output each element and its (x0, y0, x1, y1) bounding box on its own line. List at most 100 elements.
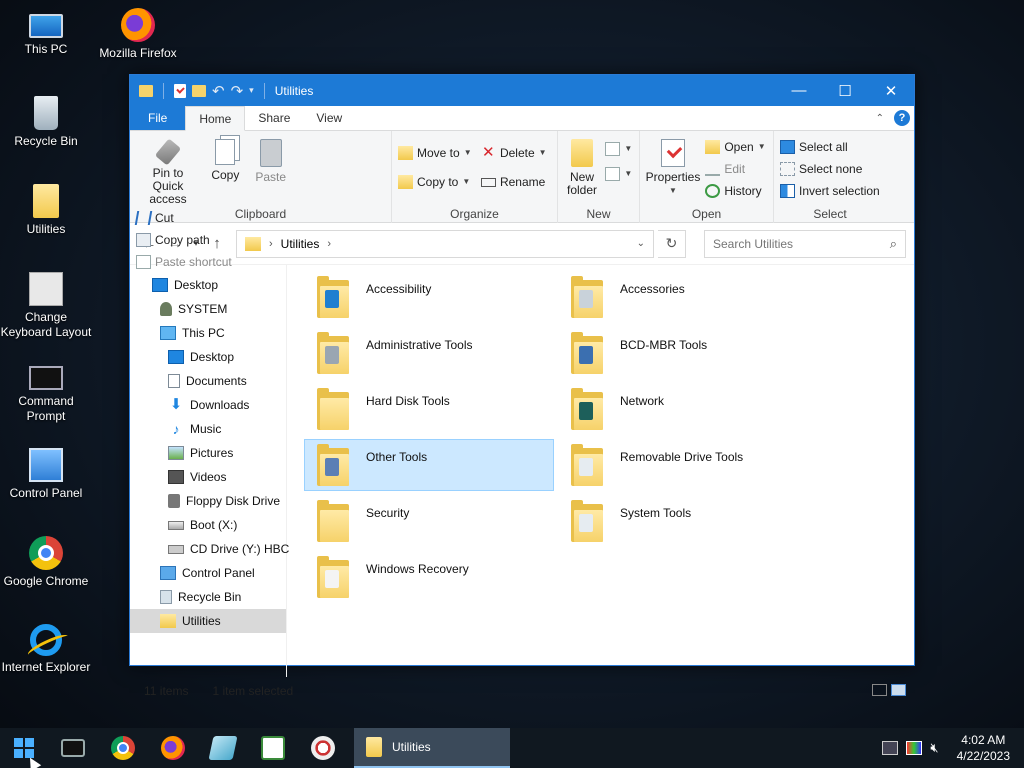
paste-button[interactable]: Paste (251, 135, 291, 184)
select-none-button[interactable]: Select none (780, 159, 880, 178)
copy-button[interactable]: Copy (205, 135, 245, 182)
close-button[interactable]: ✕ (868, 75, 914, 106)
desktop-icon-label: Command Prompt (18, 394, 74, 423)
folder-item-accessories[interactable]: Accessories (558, 271, 808, 323)
undo-icon[interactable]: ↶ (212, 82, 225, 100)
drive-icon (168, 520, 184, 530)
folder-item-removable-drive-tools[interactable]: Removable Drive Tools (558, 439, 808, 491)
folder-item-accessibility[interactable]: Accessibility (304, 271, 554, 323)
nav-item-documents[interactable]: Documents (130, 369, 286, 393)
desktop-icon-this-pc[interactable]: This PC (0, 8, 92, 57)
tab-home[interactable]: Home (185, 106, 246, 131)
edit-button[interactable]: Edit (705, 159, 765, 178)
customize-toolbar-icon[interactable]: ▾ (249, 85, 254, 96)
rename-button[interactable]: Rename (480, 172, 547, 191)
delete-button[interactable]: Delete▼ (481, 143, 547, 162)
properties-icon[interactable] (174, 83, 186, 98)
folder-item-administrative-tools[interactable]: Administrative Tools (304, 327, 554, 379)
nav-item-control-panel[interactable]: Control Panel (130, 561, 286, 585)
folder-item-label: Accessibility (366, 282, 432, 296)
title-bar[interactable]: ↶ ↷ ▾ Utilities — ☐ ✕ (130, 75, 914, 106)
folder-item-system-tools[interactable]: System Tools (558, 495, 808, 547)
open-button[interactable]: Open ▼ (705, 137, 766, 156)
nav-item-recycle-bin[interactable]: Recycle Bin (130, 585, 286, 609)
taskbar-app-chart[interactable] (248, 728, 298, 768)
item-count: 11 items (144, 684, 189, 698)
folder-icon (571, 444, 603, 486)
easy-access-button[interactable]: ▼ (605, 164, 632, 183)
minimize-button[interactable]: — (776, 75, 822, 106)
desktop-icon-command-prompt[interactable]: Command Prompt (0, 360, 92, 424)
desktop-icon-internet-explorer[interactable]: Internet Explorer (0, 624, 92, 675)
new-folder-icon[interactable] (192, 84, 206, 97)
tab-view[interactable]: View (303, 106, 355, 130)
copy-path-button[interactable]: Copy path (136, 230, 232, 249)
nav-item-boot-x[interactable]: Boot (X:) (130, 513, 286, 537)
nav-item-utilities[interactable]: Utilities (130, 609, 286, 633)
desktop-icon-recycle-bin[interactable]: Recycle Bin (0, 96, 92, 149)
desktop-icon-mozilla-firefox[interactable]: Mozilla Firefox (92, 8, 184, 61)
help-icon[interactable]: ? (894, 110, 910, 126)
address-path[interactable]: Utilities (281, 237, 320, 251)
new-folder-button[interactable]: New folder (564, 135, 600, 197)
nav-item-videos[interactable]: Videos (130, 465, 286, 489)
network-icon[interactable] (882, 741, 899, 755)
folder-item-bcd-mbr-tools[interactable]: BCD-MBR Tools (558, 327, 808, 379)
clock[interactable]: 4:02 AM 4/22/2023 (957, 732, 1010, 764)
move-to-button[interactable]: Move to ▼ (398, 143, 472, 162)
folder-item-hard-disk-tools[interactable]: Hard Disk Tools (304, 383, 554, 435)
tab-share[interactable]: Share (245, 106, 303, 130)
nav-item-cd-drive-y-hbc[interactable]: CD Drive (Y:) HBC (130, 537, 289, 561)
redo-icon[interactable]: ↷ (231, 82, 244, 100)
pin-to-quick-access-button[interactable]: Pin to Quick access (136, 135, 200, 206)
folder-item-security[interactable]: Security (304, 495, 554, 547)
tab-file[interactable]: File (130, 106, 186, 130)
folder-item-network[interactable]: Network (558, 383, 808, 435)
nav-item-desktop[interactable]: Desktop (130, 273, 286, 297)
nav-item-this-pc[interactable]: This PC (130, 321, 286, 345)
history-button[interactable]: History (705, 181, 765, 200)
taskbar-app-command-prompt[interactable] (48, 728, 98, 768)
nav-item-system[interactable]: SYSTEM (130, 297, 286, 321)
search-box[interactable]: ⌕ (704, 229, 906, 258)
copy-to-button[interactable]: Copy to ▼ (398, 172, 472, 191)
desktop-icon-control-panel[interactable]: Control Panel (0, 448, 92, 501)
ribbon-tabs: File Home Share View ⌃ ? (130, 106, 914, 131)
start-button[interactable] (0, 728, 48, 768)
invert-selection-button[interactable]: Invert selection (780, 181, 880, 200)
nav-item-music[interactable]: ♪ Music (130, 417, 286, 441)
nav-item-floppy-disk-drive[interactable]: Floppy Disk Drive (130, 489, 286, 513)
new-item-button[interactable]: ▼ (605, 139, 632, 158)
taskbar-window-utilities[interactable]: Utilities (354, 728, 510, 768)
desktop-icon-change-keyboard-layout[interactable]: Change Keyboard Layout (0, 272, 92, 340)
desktop-icon-utilities[interactable]: Utilities (0, 184, 92, 237)
select-all-button[interactable]: Select all (780, 137, 880, 156)
properties-button[interactable]: Properties ▼ (646, 135, 700, 197)
nav-item-downloads[interactable]: ⬇ Downloads (130, 393, 286, 417)
desktop-icon-google-chrome[interactable]: Google Chrome (0, 536, 92, 589)
chevron-right-icon[interactable]: › (327, 238, 331, 250)
volume-muted-icon[interactable]: 🔇︎ (930, 740, 938, 756)
nav-item-pictures[interactable]: Pictures (130, 441, 286, 465)
maximize-button[interactable]: ☐ (822, 75, 868, 106)
taskbar-app-paint[interactable] (298, 728, 348, 768)
address-bar[interactable]: › Utilities › ⌄ (236, 229, 654, 258)
nav-item-desktop[interactable]: Desktop (130, 345, 286, 369)
folder-icon (33, 184, 59, 218)
group-label: Organize (450, 207, 499, 221)
folder-item-windows-recovery[interactable]: Windows Recovery (304, 551, 554, 603)
details-view-icon[interactable] (872, 684, 887, 696)
nav-item-label: Desktop (174, 278, 219, 292)
search-input[interactable] (713, 236, 890, 251)
paste-shortcut-button[interactable]: Paste shortcut (136, 252, 232, 271)
chevron-down-icon[interactable]: ⌄ (637, 238, 645, 249)
folder-item-other-tools[interactable]: Other Tools (304, 439, 554, 491)
refresh-button[interactable]: ↻ (658, 229, 686, 258)
taskbar-app-firefox[interactable] (148, 728, 198, 768)
display-icon[interactable] (906, 741, 923, 755)
collapse-ribbon-icon[interactable]: ⌃ (876, 113, 884, 124)
taskbar-app-chrome[interactable] (98, 728, 148, 768)
nav-item-label: Recycle Bin (178, 590, 242, 604)
taskbar-app-glass[interactable] (198, 728, 248, 768)
large-icons-view-icon[interactable] (891, 684, 906, 696)
